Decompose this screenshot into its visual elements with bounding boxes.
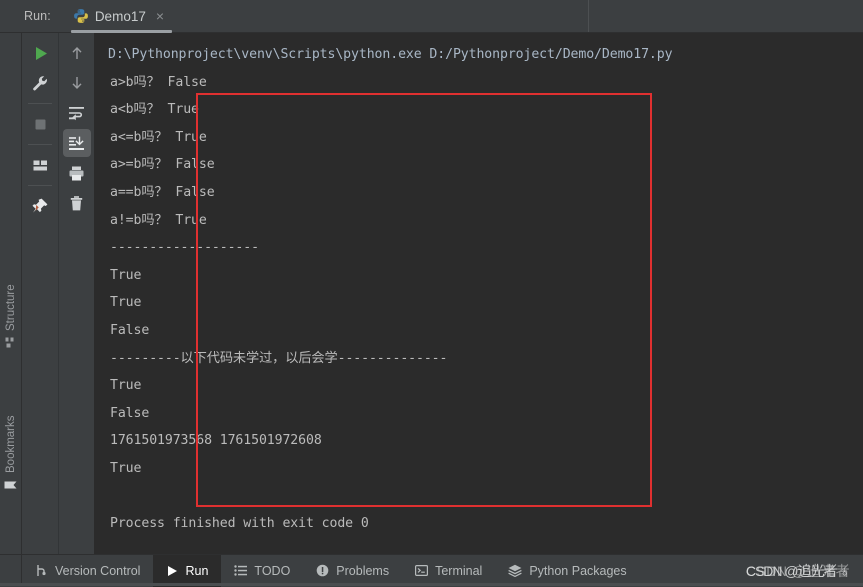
- list-icon: [234, 564, 248, 577]
- play-icon: [166, 565, 178, 577]
- toolbar-separator: [28, 144, 52, 145]
- clear-all-button[interactable]: [63, 189, 91, 217]
- sidebar-item-structure[interactable]: Structure: [0, 256, 22, 348]
- bookmark-icon: [4, 480, 18, 492]
- run-tool-window-header: Run: Demo17 ×: [0, 0, 863, 33]
- scroll-to-end-button[interactable]: [62, 129, 91, 157]
- console-output[interactable]: D:\Pythonproject\venv\Scripts\python.exe…: [94, 33, 863, 554]
- stop-button[interactable]: [26, 110, 54, 138]
- warning-icon: [316, 564, 329, 577]
- pycharm-run-window: Run: Demo17 × Structure Bookmarks D:\Pyt…: [0, 0, 863, 587]
- bottom-left-spacer: [0, 555, 22, 586]
- print-button[interactable]: [63, 159, 91, 187]
- rerun-button[interactable]: [26, 39, 54, 67]
- console-line: a<=b吗？ True: [110, 129, 207, 145]
- tab-todo-label: TODO: [254, 563, 291, 578]
- packages-icon: [508, 564, 523, 577]
- watermark: CSDN @追光者 CSDN @追光者 ♁: [745, 561, 851, 581]
- console-line: -------------------: [110, 240, 259, 256]
- tab-terminal[interactable]: Terminal: [402, 555, 495, 587]
- console-command-line: D:\Pythonproject\venv\Scripts\python.exe…: [108, 47, 673, 62]
- sidebar-item-bookmarks-label: Bookmarks: [5, 415, 17, 473]
- terminal-icon: [415, 564, 429, 577]
- tab-run[interactable]: Run: [153, 554, 222, 587]
- tab-terminal-label: Terminal: [435, 563, 483, 578]
- run-label: Run:: [24, 9, 51, 23]
- tab-version-control[interactable]: Version Control: [22, 555, 153, 587]
- header-divider: [588, 0, 589, 32]
- bottom-tool-bar: Version Control Run TODO Problems Termin…: [0, 554, 863, 587]
- watermark-ghost-text: CSDN @追光者: [745, 562, 851, 579]
- branch-icon: [35, 564, 48, 577]
- tab-run-label: Run: [185, 563, 209, 578]
- close-icon[interactable]: ×: [154, 9, 166, 23]
- console-exit-line: Process finished with exit code 0: [110, 516, 369, 532]
- run-tab-demo17[interactable]: Demo17 ×: [69, 0, 174, 33]
- sidebar-item-bookmarks[interactable]: Bookmarks: [0, 382, 22, 492]
- console-line: a>=b吗？ False: [110, 157, 215, 173]
- toolbar-separator: [28, 185, 52, 186]
- left-tool-strip: Structure Bookmarks: [0, 33, 22, 554]
- tab-todo[interactable]: TODO: [221, 555, 303, 587]
- up-stack-trace-button[interactable]: [63, 39, 91, 67]
- console-line: ---------以下代码未学过，以后会学--------------: [110, 350, 448, 366]
- soft-wrap-button[interactable]: [63, 99, 91, 127]
- console-line: True: [110, 267, 142, 283]
- sidebar-item-structure-label: Structure: [5, 284, 17, 331]
- console-toolbar-left: [22, 33, 58, 554]
- console-line: a<b吗？ True: [110, 102, 199, 118]
- tab-python-packages[interactable]: Python Packages: [495, 555, 639, 587]
- console-line: a!=b吗？ True: [110, 212, 207, 228]
- edit-configurations-button[interactable]: [26, 69, 54, 97]
- tab-python-packages-label: Python Packages: [529, 563, 627, 578]
- tab-problems-label: Problems: [336, 563, 390, 578]
- console-line: a>b吗？ False: [110, 74, 207, 90]
- console-line: 1761501973568 1761501972608: [110, 433, 322, 449]
- console-line: True: [110, 460, 142, 476]
- console-toolbars: [22, 33, 94, 554]
- console-line: True: [110, 378, 142, 394]
- python-logo-icon: [73, 8, 89, 24]
- tab-version-control-label: Version Control: [55, 563, 141, 578]
- toolbar-separator: [28, 103, 52, 104]
- console-toolbar-right: [58, 33, 94, 554]
- tab-problems[interactable]: Problems: [303, 555, 402, 587]
- console-line: False: [110, 322, 150, 338]
- pin-tab-button[interactable]: [26, 192, 54, 220]
- console-line: a==b吗？ False: [110, 184, 215, 200]
- down-stack-trace-button[interactable]: [63, 69, 91, 97]
- console-line: True: [110, 295, 142, 311]
- layout-button[interactable]: [26, 151, 54, 179]
- console-line: False: [110, 405, 150, 421]
- run-window-body: Structure Bookmarks D:\Pythonproject\ven…: [0, 33, 863, 554]
- run-tab-title: Demo17: [94, 8, 146, 24]
- structure-icon: [5, 337, 17, 349]
